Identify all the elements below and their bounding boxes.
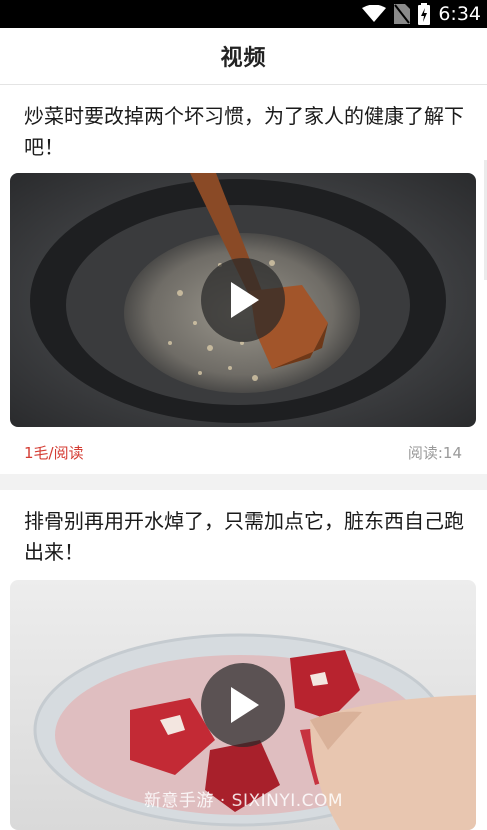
reward-label: 1毛/阅读 <box>24 443 84 462</box>
article-title[interactable]: 炒菜时要改掉两个坏习惯，为了家人的健康了解下吧！ <box>24 101 464 163</box>
article-title[interactable]: 排骨别再用开水焯了，只需加点它，脏东西自己跑出来！ <box>24 506 464 568</box>
watermark: 新意手游 · SIXINYI.COM <box>143 791 344 811</box>
wifi-icon <box>362 5 387 22</box>
article-meta: 1毛/阅读 阅读:14 <box>24 441 462 463</box>
app-header: 视频 <box>0 28 487 85</box>
article-card[interactable]: 炒菜时要改掉两个坏习惯，为了家人的健康了解下吧！ 1毛/阅读 阅读:14 <box>0 85 487 474</box>
read-count: 阅读:14 <box>407 443 462 462</box>
card-divider <box>0 474 487 490</box>
play-icon <box>231 687 259 723</box>
status-bar: 6:34 <box>0 0 487 28</box>
play-button[interactable] <box>201 258 285 342</box>
video-thumbnail[interactable] <box>10 173 476 427</box>
play-button[interactable] <box>201 663 285 747</box>
no-sim-icon <box>394 4 411 24</box>
battery-icon <box>418 3 431 25</box>
article-card[interactable]: 排骨别再用开水焯了，只需加点它，脏东西自己跑出来！ <box>0 490 487 830</box>
status-time: 6:34 <box>438 3 481 25</box>
play-icon <box>231 282 259 318</box>
page-title: 视频 <box>220 46 267 71</box>
status-icons: 6:34 <box>362 2 481 26</box>
